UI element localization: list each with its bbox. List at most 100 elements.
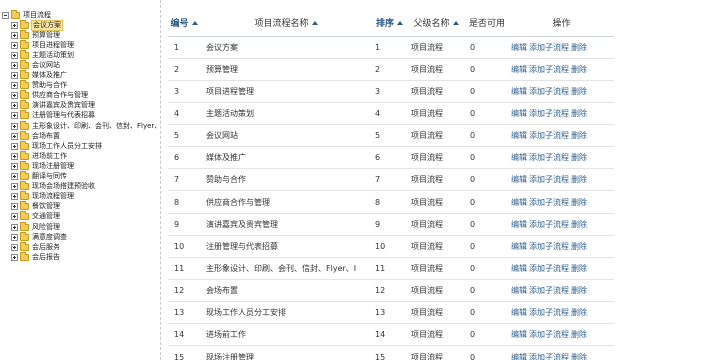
edit-link[interactable]: 编辑: [511, 43, 527, 52]
delete-link[interactable]: 删除: [571, 65, 587, 74]
expand-icon[interactable]: [11, 132, 18, 140]
edit-link[interactable]: 编辑: [511, 175, 527, 184]
tree-node-label[interactable]: 满意度调查: [31, 233, 68, 242]
column-header-available[interactable]: 是否可用: [465, 10, 509, 37]
add-child-link[interactable]: 添加子流程: [529, 353, 569, 360]
delete-link[interactable]: 删除: [571, 220, 587, 229]
delete-link[interactable]: 删除: [571, 131, 587, 140]
expand-icon[interactable]: [11, 82, 18, 90]
expand-icon[interactable]: [11, 243, 18, 251]
delete-link[interactable]: 删除: [571, 264, 587, 273]
tree-node-label[interactable]: 会后服务: [31, 243, 61, 252]
add-child-link[interactable]: 添加子流程: [529, 153, 569, 162]
pane-divider[interactable]: [160, 0, 161, 360]
tree-node[interactable]: 风险管理: [0, 221, 162, 232]
delete-link[interactable]: 删除: [571, 175, 587, 184]
tree-node[interactable]: 会议网站: [0, 60, 162, 70]
delete-link[interactable]: 删除: [571, 242, 587, 251]
tree-node-label[interactable]: 会议方案: [31, 19, 63, 31]
tree-node[interactable]: 注册管理与代表招募: [0, 110, 162, 121]
tree-node[interactable]: 现场工作人员分工安排: [0, 140, 162, 151]
tree-node-label[interactable]: 现场流程管理: [31, 192, 75, 201]
add-child-link[interactable]: 添加子流程: [529, 308, 569, 317]
edit-link[interactable]: 编辑: [511, 131, 527, 140]
tree-node-label[interactable]: 现场注册管理: [31, 162, 75, 171]
expand-icon[interactable]: [11, 203, 18, 211]
tree-node[interactable]: 供应商合作与管理: [0, 90, 162, 101]
expand-icon[interactable]: [11, 112, 18, 120]
tree-node[interactable]: 媒体及推广: [0, 70, 162, 81]
delete-link[interactable]: 删除: [571, 353, 587, 360]
edit-link[interactable]: 编辑: [511, 198, 527, 207]
expand-icon[interactable]: [11, 223, 18, 231]
tree-node-label[interactable]: 现场工作人员分工安排: [31, 142, 103, 151]
tree-node-label[interactable]: 赞助与合作: [31, 81, 68, 90]
tree-node-label[interactable]: 进场前工作: [31, 152, 68, 161]
tree-node[interactable]: 现场注册管理: [0, 160, 162, 171]
edit-link[interactable]: 编辑: [511, 308, 527, 317]
tree-node-label[interactable]: 供应商合作与管理: [31, 91, 89, 100]
edit-link[interactable]: 编辑: [511, 220, 527, 229]
edit-link[interactable]: 编辑: [511, 286, 527, 295]
tree-node[interactable]: 翻译与同传: [0, 171, 162, 182]
add-child-link[interactable]: 添加子流程: [529, 131, 569, 140]
add-child-link[interactable]: 添加子流程: [529, 330, 569, 339]
expand-icon[interactable]: [11, 173, 18, 181]
add-child-link[interactable]: 添加子流程: [529, 286, 569, 295]
tree-root[interactable]: 项目流程: [0, 9, 162, 20]
add-child-link[interactable]: 添加子流程: [529, 109, 569, 118]
delete-link[interactable]: 删除: [571, 109, 587, 118]
tree-node-label[interactable]: 主题活动策划: [31, 51, 75, 60]
tree-node-label[interactable]: 现场会场搭建预验收: [31, 182, 96, 191]
add-child-link[interactable]: 添加子流程: [529, 87, 569, 96]
tree-node[interactable]: 满意度调查: [0, 231, 162, 242]
expand-icon[interactable]: [11, 72, 18, 80]
tree-node-label[interactable]: 交通管理: [31, 212, 61, 221]
tree-node-label[interactable]: 风险管理: [31, 223, 61, 232]
delete-link[interactable]: 删除: [571, 330, 587, 339]
tree-node-label[interactable]: 演讲嘉宾及贵宾管理: [31, 101, 96, 110]
tree-node[interactable]: 预算管理: [0, 29, 162, 40]
column-header-name[interactable]: 项目流程名称: [200, 10, 372, 37]
tree-node[interactable]: 主题活动策划: [0, 49, 162, 60]
expand-icon[interactable]: [11, 253, 18, 261]
edit-link[interactable]: 编辑: [511, 153, 527, 162]
delete-link[interactable]: 删除: [571, 43, 587, 52]
tree-node[interactable]: 项目进程管理: [0, 39, 162, 50]
edit-link[interactable]: 编辑: [511, 330, 527, 339]
add-child-link[interactable]: 添加子流程: [529, 242, 569, 251]
expand-icon[interactable]: [11, 21, 18, 29]
tree-node-label[interactable]: 项目进程管理: [31, 41, 75, 50]
add-child-link[interactable]: 添加子流程: [529, 264, 569, 273]
expand-icon[interactable]: [11, 92, 18, 100]
tree-node-label[interactable]: 预算管理: [31, 31, 61, 40]
tree-node[interactable]: 赞助与合作: [0, 80, 162, 91]
tree-node[interactable]: 现场会场搭建预验收: [0, 181, 162, 192]
tree-node-label[interactable]: 餐饮管理: [31, 202, 61, 211]
tree-node[interactable]: 会后服务: [0, 241, 162, 252]
collapse-icon[interactable]: [2, 11, 9, 19]
add-child-link[interactable]: 添加子流程: [529, 220, 569, 229]
tree-node[interactable]: 演讲嘉宾及贵宾管理: [0, 100, 162, 111]
column-header-num[interactable]: 编号: [168, 10, 200, 37]
edit-link[interactable]: 编辑: [511, 264, 527, 273]
expand-icon[interactable]: [11, 41, 18, 49]
tree-node-label[interactable]: 翻译与同传: [31, 172, 68, 181]
edit-link[interactable]: 编辑: [511, 353, 527, 360]
tree-node-label[interactable]: 会议网站: [31, 61, 61, 70]
expand-icon[interactable]: [11, 62, 18, 70]
tree-node[interactable]: 主形象设计、印刷、会刊、信封、Flyer、: [0, 120, 162, 131]
expand-icon[interactable]: [11, 183, 18, 191]
add-child-link[interactable]: 添加子流程: [529, 65, 569, 74]
expand-icon[interactable]: [11, 213, 18, 221]
edit-link[interactable]: 编辑: [511, 87, 527, 96]
tree-node-label[interactable]: 媒体及推广: [31, 71, 68, 80]
edit-link[interactable]: 编辑: [511, 65, 527, 74]
add-child-link[interactable]: 添加子流程: [529, 43, 569, 52]
tree-node-label[interactable]: 会后报告: [31, 253, 61, 262]
expand-icon[interactable]: [11, 152, 18, 160]
tree-node[interactable]: 会场布置: [0, 130, 162, 141]
expand-icon[interactable]: [11, 102, 18, 110]
tree-node[interactable]: 会议方案: [0, 19, 162, 31]
edit-link[interactable]: 编辑: [511, 242, 527, 251]
